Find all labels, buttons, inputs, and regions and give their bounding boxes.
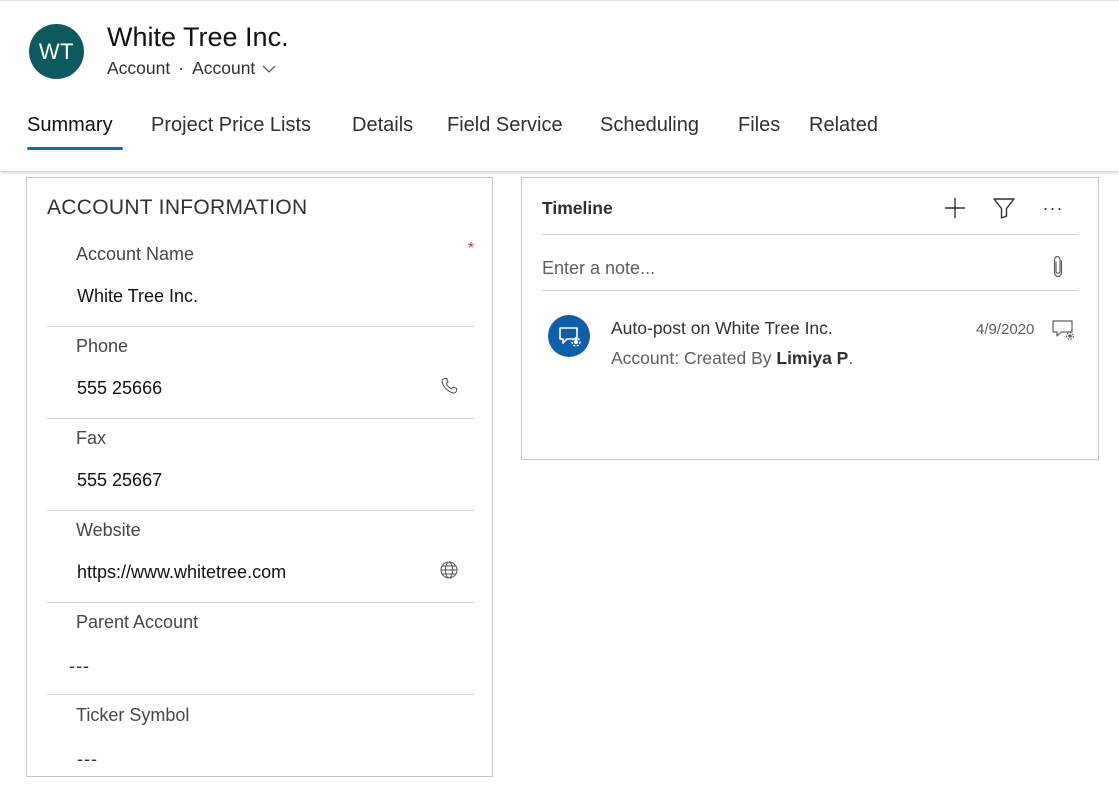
post-avatar [548,315,590,357]
post-subtitle-suffix: . [848,348,854,368]
filter-button[interactable] [991,195,1017,221]
divider [542,290,1078,291]
field-account-name[interactable]: Account Name * White Tree Inc. [47,234,474,327]
tab-label[interactable]: Summary [27,114,113,136]
more-icon[interactable]: ··· [1043,198,1064,219]
post-type-icon [1052,320,1074,340]
phone-icon[interactable] [439,376,459,396]
section-title: ACCOUNT INFORMATION [47,196,308,219]
field-ticker-symbol[interactable]: Ticker Symbol --- [47,695,474,787]
field-fax[interactable]: Fax 555 25667 [47,418,474,511]
account-name-value[interactable]: White Tree Inc. [77,286,198,307]
record-title: White Tree Inc. [107,22,289,52]
post-author[interactable]: Limiya P [776,348,848,368]
tab-scheduling[interactable]: Scheduling [600,114,699,137]
account-information-section: ACCOUNT INFORMATION Account Name * White… [26,177,493,777]
separator: · [178,58,185,78]
tab-related[interactable]: Related [809,114,878,137]
globe-icon[interactable] [439,560,459,580]
field-phone[interactable]: Phone 555 25666 [47,326,474,419]
post-subtitle-prefix: Account: Created By [611,348,777,368]
add-activity-button[interactable] [942,195,968,221]
field-parent-account[interactable]: Parent Account --- [47,602,474,695]
field-label: Fax [76,428,107,448]
phone-value[interactable]: 555 25666 [77,378,162,399]
auto-post-icon [559,327,581,347]
parent-account-value[interactable]: --- [69,656,90,677]
record-header: WT White Tree Inc. Account · Account Sum… [0,0,1119,171]
field-label: Parent Account [76,612,199,632]
post-subtitle: Account: Created By Limiya P. [611,348,853,369]
form-name[interactable]: Account [192,58,255,79]
plus-icon[interactable] [943,196,967,220]
field-label: Phone [76,336,129,356]
tab-project-price-lists[interactable]: Project Price Lists [151,114,311,137]
tab-field-service[interactable]: Field Service [447,114,563,137]
field-label: Ticker Symbol [76,705,190,725]
required-indicator: * [467,240,474,257]
divider [542,234,1078,235]
tab-files[interactable]: Files [738,114,780,137]
more-options-button[interactable]: ··· [1040,195,1066,221]
chevron-down-icon[interactable] [262,64,276,74]
form-selector[interactable]: Account [192,58,276,79]
timeline-title: Timeline [542,198,613,218]
fax-value[interactable]: 555 25667 [77,470,162,491]
active-tab-indicator [27,147,123,150]
ticker-symbol-value[interactable]: --- [77,749,98,770]
timeline-section: Timeline ··· Auto-post on White Tree Inc… [521,177,1099,460]
avatar: WT [29,24,84,79]
post-date: 4/9/2020 [976,321,1035,338]
entity-name: Account [107,58,171,78]
paperclip-icon[interactable] [1047,254,1069,280]
website-value[interactable]: https://www.whitetree.com [77,562,286,583]
filter-icon[interactable] [992,196,1016,220]
record-subtitle: Account · Account [107,58,276,79]
post-title[interactable]: Auto-post on White Tree Inc. [611,318,833,339]
tab-details[interactable]: Details [352,114,413,137]
field-website[interactable]: Website https://www.whitetree.com [47,510,474,603]
field-label: Website [76,520,141,540]
tab-summary[interactable]: Summary [27,114,123,150]
note-input[interactable] [542,251,1032,285]
field-label: Account Name [76,244,195,264]
